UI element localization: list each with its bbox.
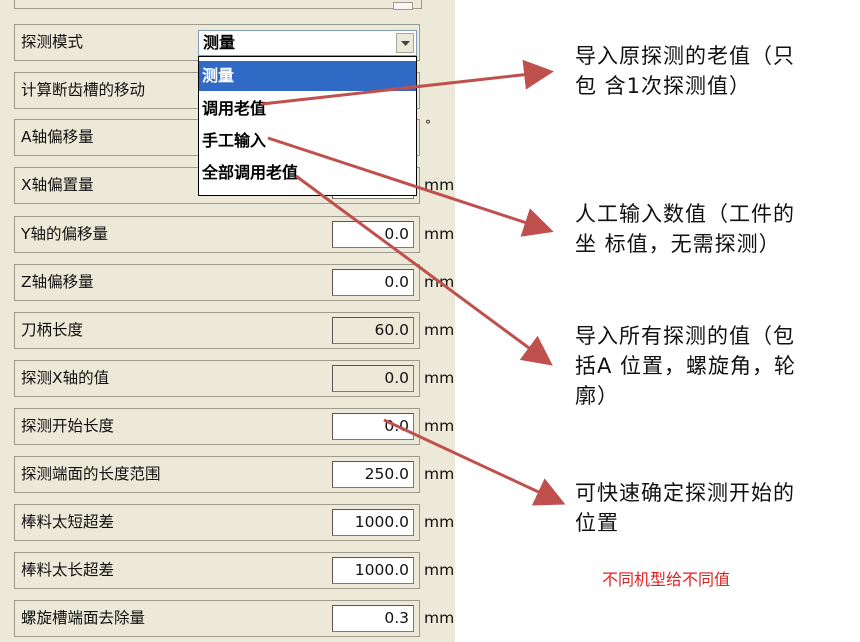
unit-label: mm — [424, 609, 455, 627]
row-bar-too-short: 棒料太短超差 1000.0 — [14, 504, 420, 541]
annotation-probe-start: 可快速确定探测开始的 位置 — [575, 478, 795, 538]
previous-row-field-edge — [393, 2, 413, 10]
row-label: 刀柄长度 — [21, 321, 84, 339]
unit-label: mm — [424, 369, 455, 387]
row-label: Z轴偏移量 — [21, 273, 94, 291]
row-flute-end-removal: 螺旋槽端面去除量 0.3 — [14, 600, 420, 637]
previous-row-edge — [14, 0, 422, 10]
annotation-line: 廓） — [575, 384, 619, 408]
option-use-old-value[interactable]: 调用老值 — [199, 94, 416, 124]
chevron-down-icon — [401, 41, 410, 46]
probe-x-field: 0.0 — [332, 365, 414, 392]
combo-value: 测量 — [203, 33, 236, 52]
row-label: A轴偏移量 — [21, 128, 94, 146]
option-manual-input[interactable]: 手工输入 — [199, 126, 416, 156]
row-y-axis-offset: Y轴的偏移量 0.0 — [14, 216, 420, 253]
unit-label: ° — [425, 118, 431, 132]
unit-label: mm — [424, 417, 455, 435]
row-label: 螺旋槽端面去除量 — [21, 609, 146, 627]
row-z-axis-offset: Z轴偏移量 0.0 — [14, 264, 420, 301]
row-label: 探测开始长度 — [21, 417, 115, 435]
option-use-all-old-values[interactable]: 全部调用老值 — [199, 158, 416, 188]
unit-label: mm — [424, 513, 455, 531]
annotation-line: 人工输入数值（工件的 — [575, 202, 795, 226]
row-label: 棒料太长超差 — [21, 561, 115, 579]
y-offset-input[interactable]: 0.0 — [332, 221, 414, 248]
annotation-line: 括A 位置，螺旋角，轮 — [575, 354, 797, 378]
unit-label: mm — [424, 465, 455, 483]
row-label: 探测模式 — [21, 33, 84, 51]
bar-too-long-input[interactable]: 1000.0 — [332, 557, 414, 584]
annotation-line: 可快速确定探测开始的 — [575, 481, 795, 505]
row-end-face-range: 探测端面的长度范围 250.0 — [14, 456, 420, 493]
row-label: 计算断齿槽的移动 — [21, 81, 146, 99]
unit-label: mm — [424, 225, 455, 243]
annotation-line: 位置 — [575, 511, 619, 535]
probe-start-length-input[interactable]: 0.0 — [332, 413, 414, 440]
z-offset-input[interactable]: 0.0 — [332, 269, 414, 296]
annotation-manual-input: 人工输入数值（工件的 坐 标值，无需探测） — [575, 199, 795, 259]
annotation-line: 导入原探测的老值（只 — [575, 44, 795, 68]
unit-label: mm — [424, 561, 455, 579]
holder-length-field: 60.0 — [332, 317, 414, 344]
unit-label: mm — [424, 321, 455, 339]
end-face-range-input[interactable]: 250.0 — [332, 461, 414, 488]
row-label: 探测端面的长度范围 — [21, 465, 161, 483]
row-bar-too-long: 棒料太长超差 1000.0 — [14, 552, 420, 589]
footnote-different-machines: 不同机型给不同值 — [602, 570, 731, 589]
row-label: X轴偏置量 — [21, 176, 94, 194]
probe-mode-combo[interactable]: 测量 — [198, 30, 417, 56]
annotation-all-old-values: 导入所有探测的值（包 括A 位置，螺旋角，轮 廓） — [575, 321, 796, 411]
row-probe-x-value: 探测X轴的值 0.0 — [14, 360, 420, 397]
flute-end-removal-input[interactable]: 0.3 — [332, 605, 414, 632]
probe-mode-dropdown-list: 测量 调用老值 手工输入 全部调用老值 — [198, 56, 417, 196]
row-label: 探测X轴的值 — [21, 369, 110, 387]
annotation-old-value: 导入原探测的老值（只 包 含1次探测值） — [575, 41, 795, 101]
annotation-line: 坐 标值，无需探测） — [575, 232, 781, 256]
annotation-line: 包 含1次探测值） — [575, 74, 752, 98]
row-holder-length: 刀柄长度 60.0 — [14, 312, 420, 349]
unit-label: mm — [424, 273, 455, 291]
row-label: Y轴的偏移量 — [21, 225, 108, 243]
option-measure[interactable]: 测量 — [199, 61, 416, 91]
row-probe-start-length: 探测开始长度 0.0 — [14, 408, 420, 445]
bar-too-short-input[interactable]: 1000.0 — [332, 509, 414, 536]
row-label: 棒料太短超差 — [21, 513, 115, 531]
probe-settings-panel: 探测模式 计算断齿槽的移动 A轴偏移量 ° X轴偏置量 mm Y轴的偏移量 0.… — [0, 0, 455, 642]
unit-label: mm — [424, 176, 455, 194]
combo-dropdown-button[interactable] — [396, 33, 414, 53]
annotation-line: 导入所有探测的值（包 — [575, 324, 795, 348]
